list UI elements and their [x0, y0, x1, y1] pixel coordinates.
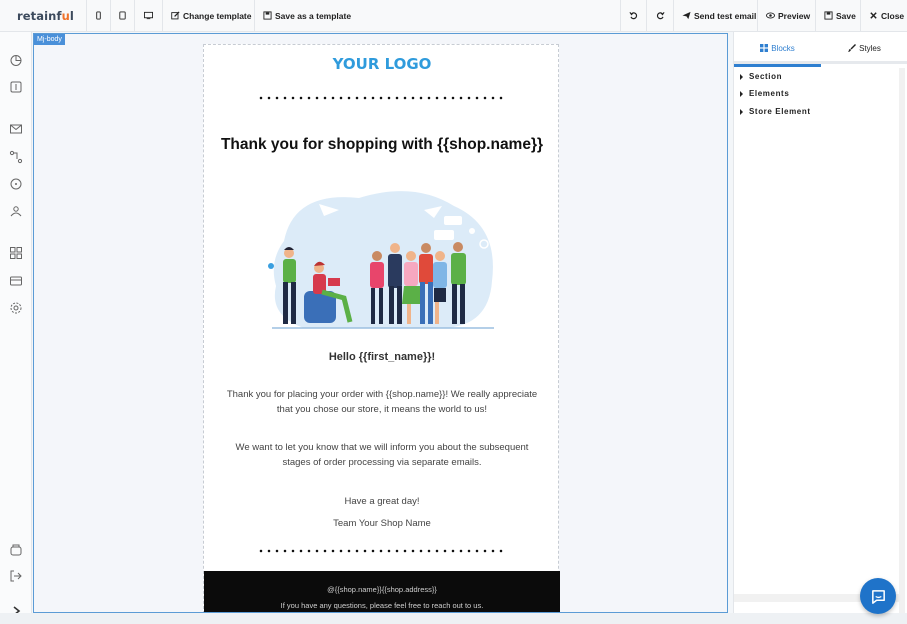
chat-icon — [871, 589, 885, 604]
logout-nav-icon[interactable] — [9, 569, 23, 583]
paragraph-thank-you[interactable]: Thank you for placing your order with {{… — [222, 387, 542, 417]
tree-item-label: Elements — [749, 89, 790, 98]
mobile-icon — [96, 11, 101, 20]
tablet-view-button[interactable] — [110, 0, 134, 31]
email-body[interactable]: YOUR LOGO Thank you for shopping with {{… — [203, 44, 560, 612]
eye-icon — [766, 12, 775, 19]
blocks-panel: Blocks Styles Section Elements Store Ele… — [733, 32, 907, 624]
tablet-icon — [119, 11, 126, 20]
email-nav-icon[interactable] — [9, 122, 23, 136]
top-toolbar: retainful Change template Save as a temp… — [0, 0, 907, 32]
settings-nav-icon[interactable] — [9, 301, 23, 315]
greeting[interactable]: Hello {{first_name}}! — [204, 351, 560, 363]
bottom-strip — [0, 613, 907, 624]
tree-item-label: Store Element — [749, 107, 811, 116]
undo-icon — [629, 12, 638, 20]
closing-line[interactable]: Have a great day! — [204, 496, 560, 507]
redo-button[interactable] — [646, 0, 673, 31]
dashboard-nav-icon[interactable] — [9, 53, 23, 67]
mj-body-badge: Mj-body — [34, 34, 65, 45]
save-label: Save — [836, 10, 856, 21]
brush-icon — [848, 44, 857, 52]
caret-right-icon — [740, 90, 743, 97]
change-template-label: Change template — [183, 10, 252, 21]
tab-blocks[interactable]: Blocks — [734, 32, 821, 67]
left-nav — [0, 32, 32, 624]
vertical-scrollbar[interactable] — [899, 68, 905, 616]
apps-nav-icon[interactable] — [9, 246, 23, 260]
floppy-icon — [824, 11, 833, 20]
close-button[interactable]: Close — [860, 0, 907, 31]
tree-item-label: Section — [749, 72, 783, 81]
tree-item-store-element[interactable]: Store Element — [740, 107, 811, 116]
paper-plane-icon — [682, 11, 691, 20]
email-logo[interactable]: YOUR LOGO — [204, 55, 560, 73]
panel-tabs: Blocks Styles — [734, 32, 907, 67]
send-test-email-label: Send test email — [694, 10, 757, 21]
save-as-template-button[interactable]: Save as a template — [254, 0, 359, 31]
users-nav-icon[interactable] — [9, 204, 23, 218]
desktop-view-button[interactable] — [134, 0, 161, 31]
undo-button[interactable] — [620, 0, 646, 31]
grid-icon — [760, 44, 769, 52]
email-headline[interactable]: Thank you for shopping with {{shop.name}… — [204, 136, 560, 154]
preview-button[interactable]: Preview — [757, 0, 818, 31]
email-footer[interactable]: @{{shop.name}}{{shop.address}} If you ha… — [204, 571, 560, 612]
caret-right-icon — [740, 73, 743, 80]
dotted-divider — [257, 96, 507, 100]
billing-nav-icon[interactable] — [9, 274, 23, 288]
floppy-icon — [263, 11, 272, 20]
tab-styles[interactable]: Styles — [821, 32, 907, 64]
dotted-divider-bottom — [257, 549, 507, 553]
caret-right-icon — [740, 108, 743, 115]
signature-line[interactable]: Team Your Shop Name — [204, 518, 560, 529]
footer-address: @{{shop.name}}{{shop.address}} — [327, 585, 437, 594]
footer-help-text: If you have any questions, please feel f… — [280, 601, 484, 610]
mobile-view-button[interactable] — [86, 0, 110, 31]
close-icon — [870, 12, 877, 19]
editor-canvas[interactable]: Mj-body YOUR LOGO Thank you for shopping… — [33, 33, 728, 613]
redo-icon — [656, 12, 665, 20]
change-template-button[interactable]: Change template — [162, 0, 260, 31]
close-label: Close — [881, 10, 905, 21]
edit-icon — [171, 11, 180, 20]
preview-label: Preview — [778, 10, 811, 21]
campaign-nav-icon[interactable] — [9, 80, 23, 94]
target-nav-icon[interactable] — [9, 177, 23, 191]
paragraph-order-updates[interactable]: We want to let you know that we will inf… — [222, 440, 542, 470]
save-button[interactable]: Save — [815, 0, 864, 31]
brand-logo: retainful — [17, 9, 74, 23]
support-nav-icon[interactable] — [9, 543, 23, 557]
tree-item-elements[interactable]: Elements — [740, 89, 789, 98]
save-as-template-label: Save as a template — [275, 10, 352, 21]
workflow-nav-icon[interactable] — [9, 150, 23, 164]
send-test-email-button[interactable]: Send test email — [673, 0, 764, 31]
chat-launcher-button[interactable] — [860, 578, 896, 614]
tree-item-section[interactable]: Section — [740, 72, 782, 81]
desktop-icon — [143, 11, 153, 20]
tab-blocks-label: Blocks — [771, 43, 795, 53]
tab-styles-label: Styles — [859, 43, 881, 53]
hero-illustration[interactable] — [264, 186, 500, 331]
